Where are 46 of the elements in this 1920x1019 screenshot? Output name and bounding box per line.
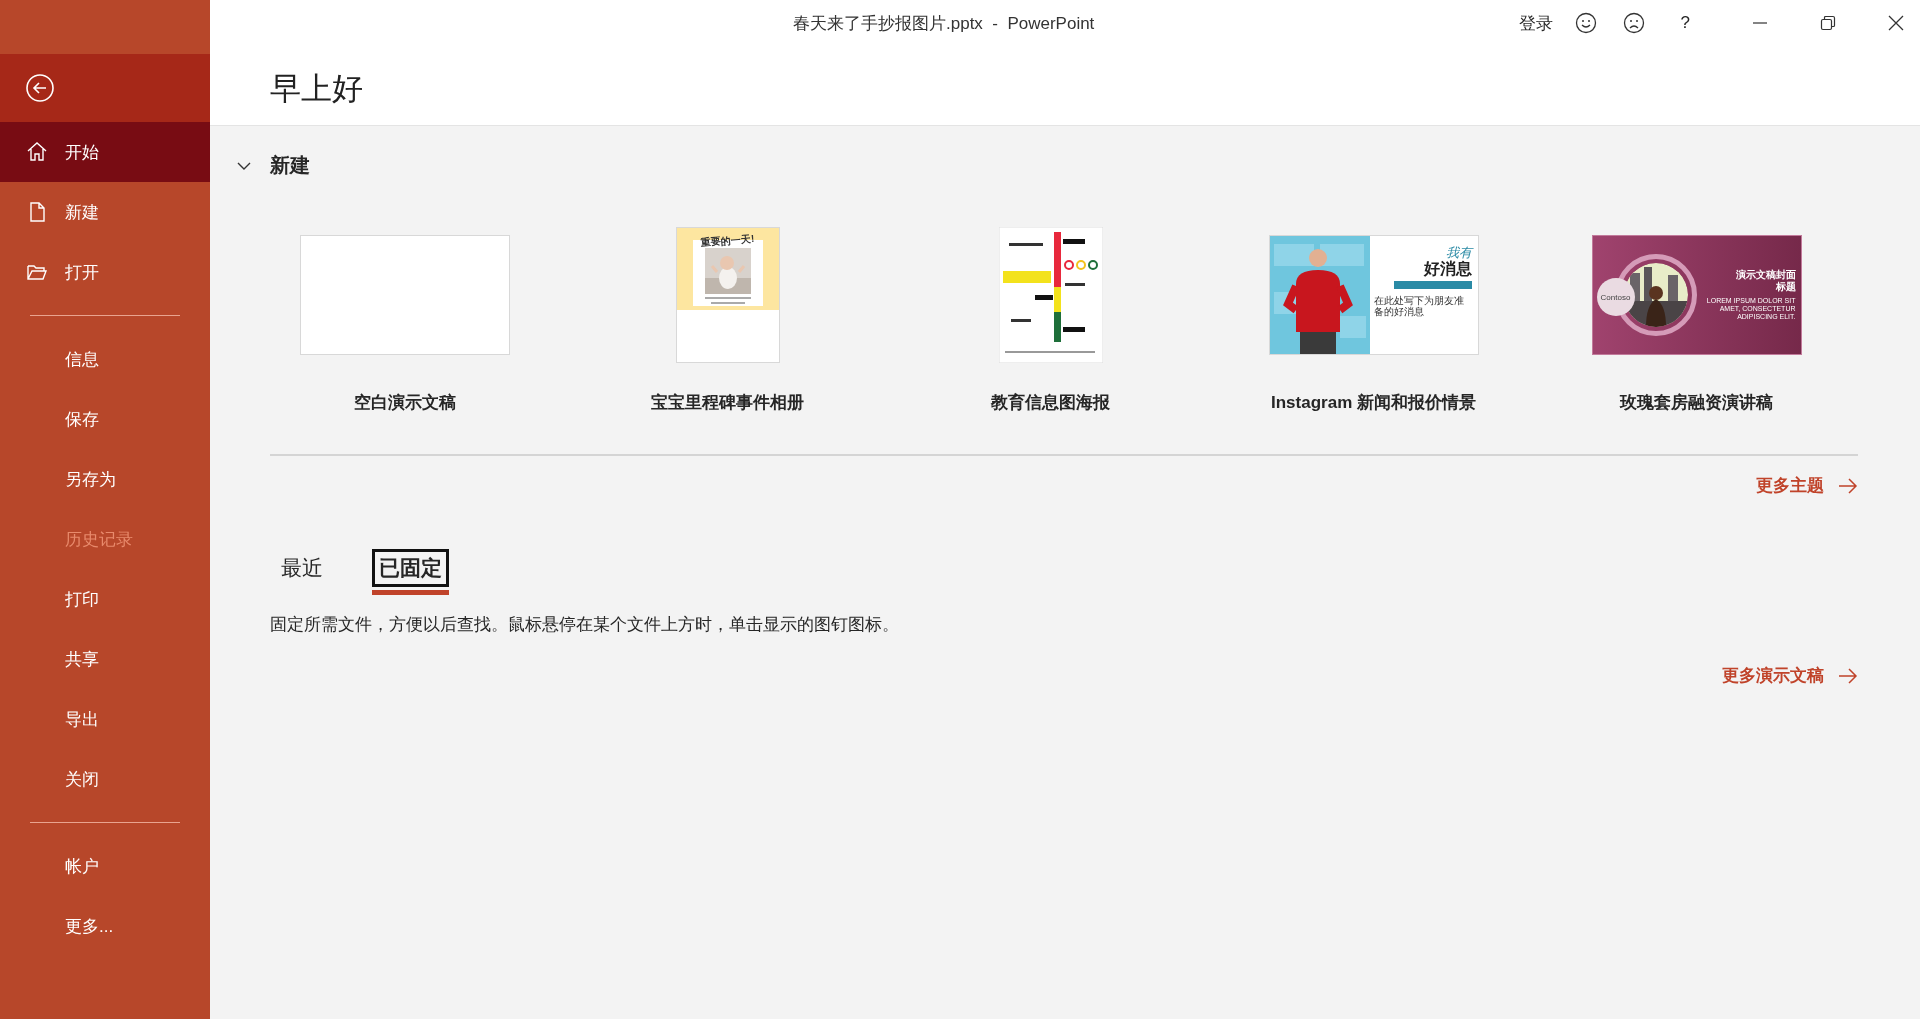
more-link[interactable]: 更多演示文稿 — [1722, 664, 1824, 687]
thumbnail-text: 我有 — [1445, 246, 1472, 260]
sidebar-item[interactable]: 开始 — [0, 122, 210, 182]
frown-icon[interactable] — [1622, 12, 1645, 34]
template-label[interactable]: 宝宝里程碑事件相册 — [651, 391, 804, 414]
template-label[interactable]: 空白演示文稿 — [353, 391, 456, 414]
sidebar-item[interactable]: 共享 — [0, 629, 210, 689]
sidebar-item[interactable]: 打开 — [0, 242, 210, 302]
arrow-right-icon[interactable] — [1838, 477, 1858, 494]
sidebar-item[interactable]: 另存为 — [0, 449, 210, 509]
album-thumbnail[interactable]: 重要的一天! — [675, 227, 780, 363]
close-icon[interactable] — [1888, 15, 1904, 31]
smile-icon[interactable] — [1574, 12, 1597, 34]
thumbnail-title: 好消息 — [1423, 260, 1472, 278]
back-icon[interactable] — [25, 73, 55, 103]
template-label[interactable]: 教育信息图海报 — [991, 391, 1110, 414]
sidebar-item[interactable]: 信息 — [0, 329, 210, 389]
tab[interactable]: 已固定 — [372, 549, 449, 595]
sidebar-item[interactable]: 新建 — [0, 182, 210, 242]
section-title: 新建 — [270, 153, 310, 178]
more-link[interactable]: 更多主题 — [1756, 474, 1824, 497]
sidebar-item[interactable]: 打印 — [0, 569, 210, 629]
text-line — [710, 302, 745, 304]
sidebar-item[interactable]: 导出 — [0, 689, 210, 749]
template-label[interactable]: Instagram 新闻和报价情景 — [1271, 391, 1476, 414]
poster-thumbnail-drawing[interactable] — [998, 227, 1103, 363]
arrow-right-icon[interactable] — [1838, 667, 1858, 684]
window-title: 春天来了手抄报图片.pptx - PowerPoint — [793, 12, 1095, 35]
template-label[interactable]: 玫瑰套房融资演讲稿 — [1620, 391, 1773, 414]
blank-slide-thumbnail[interactable] — [299, 235, 510, 355]
logo-badge: Contoso — [1596, 278, 1635, 316]
news-thumbnail[interactable]: 我有 好消息 在此处写下为朋友准备的好消息 — [1268, 235, 1479, 355]
restore-icon[interactable] — [1820, 15, 1836, 31]
sidebar-item[interactable]: 关闭 — [0, 749, 210, 809]
hint-text: 固定所需文件，方便以后查找。鼠标悬停在某个文件上方时，单击显示的图钉图标。 — [270, 614, 900, 636]
greeting-heading: 早上好 — [269, 70, 364, 108]
thumbnail-title: 演示文稿封面标题 — [1735, 268, 1796, 293]
sidebar-item[interactable]: 保存 — [0, 389, 210, 449]
help-button[interactable]: ? — [1670, 13, 1700, 33]
sidebar-item[interactable]: 帐户 — [0, 836, 210, 896]
sidebar-item[interactable]: 更多... — [0, 896, 210, 956]
text-line — [704, 297, 751, 299]
tab[interactable]: 最近 — [274, 549, 330, 595]
thumbnail-text: 在此处写下为朋友准备的好消息 — [1373, 294, 1465, 318]
thumbnail-title: 重要的一天! — [700, 231, 755, 251]
sign-in-link[interactable]: 登录 — [1518, 11, 1553, 35]
